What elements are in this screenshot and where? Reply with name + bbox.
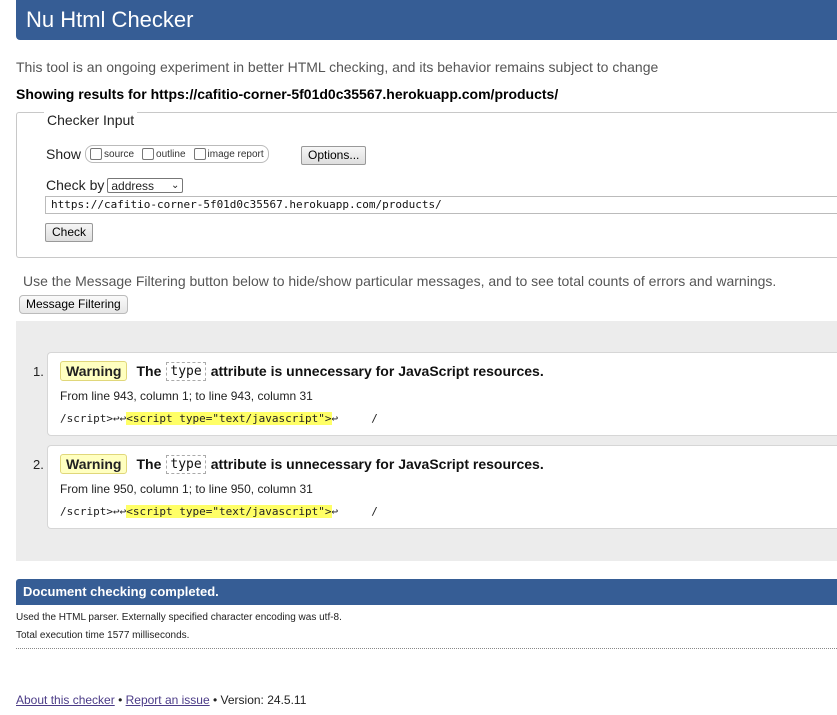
warning-badge: Warning [60,454,128,474]
check-button[interactable]: Check [45,223,94,242]
checker-input-legend: Checker Input [44,112,138,128]
check-by-label: Check by [46,177,105,193]
show-source-option[interactable]: source [90,148,134,160]
divider [16,648,837,649]
show-outline-option[interactable]: outline [142,148,186,160]
url-input[interactable]: https://cafitio-corner-5f01d0c35567.hero… [45,196,837,214]
extract-after: ↩ / [331,412,378,425]
show-options-group: source outline image report [85,145,269,163]
message-text-post: attribute is unnecessary for JavaScript … [210,456,544,472]
showing-results-text: Showing results for https://cafitio-corn… [16,86,559,102]
source-checkbox[interactable] [90,148,103,160]
show-label: Show [46,146,82,162]
code-attribute: type [166,361,206,381]
page-title: Nu Html Checker [26,7,194,32]
extract-highlight: <script type="text/javascript"> [126,412,332,425]
image-report-checkbox[interactable] [193,148,206,160]
about-link[interactable]: About this checker [16,693,115,707]
check-by-row: Check by address ⌄ [46,177,184,193]
show-row: Show source outline image report [46,145,269,163]
filter-hint-text: Use the Message Filtering button below t… [23,273,777,289]
footer: About this checker • Report an issue • V… [16,693,306,707]
options-button[interactable]: Options... [301,146,367,165]
app-header: Nu Html Checker [16,0,837,40]
message-number: 2. [33,457,44,472]
check-by-value: address [111,178,155,193]
show-image-report-option[interactable]: image report [193,148,264,160]
image-report-label: image report [207,148,264,160]
message-location: From line 950, column 1; to line 950, co… [60,482,313,496]
chevron-down-icon: ⌄ [170,179,180,191]
extract-highlight: <script type="text/javascript"> [126,505,332,518]
warning-message: Warning The type attribute is unnecessar… [47,352,837,436]
report-issue-link[interactable]: Report an issue [126,693,210,707]
intro-text: This tool is an ongoing experiment in be… [16,59,659,75]
source-label: source [104,148,135,160]
outline-checkbox[interactable] [142,148,155,160]
message-location: From line 943, column 1; to line 943, co… [60,389,313,403]
message-text-post: attribute is unnecessary for JavaScript … [210,363,544,379]
message-filtering-button[interactable]: Message Filtering [19,295,128,314]
warning-badge: Warning [60,361,128,381]
warning-message: Warning The type attribute is unnecessar… [47,445,837,529]
message-number: 1. [33,364,44,379]
extract-after: ↩ / [331,505,378,518]
completion-banner: Document checking completed. [16,579,837,605]
footer-separator: • [118,693,123,707]
message-extract: /script>↩↩<script type="text/javascript"… [60,412,378,425]
extract-before: /script>↩↩ [60,412,127,425]
parser-details: Used the HTML parser. Externally specifi… [16,612,342,623]
code-attribute: type [166,454,206,474]
outline-label: outline [156,148,186,160]
version-text: • Version: 24.5.11 [213,693,307,707]
message-header: Warning The type attribute is unnecessar… [60,361,544,381]
execution-time: Total execution time 1577 milliseconds. [16,630,190,641]
extract-before: /script>↩↩ [60,505,127,518]
message-text-pre: The [136,456,162,472]
check-by-select[interactable]: address ⌄ [107,177,184,193]
message-extract: /script>↩↩<script type="text/javascript"… [60,505,378,518]
message-header: Warning The type attribute is unnecessar… [60,454,544,474]
message-text-pre: The [136,363,162,379]
